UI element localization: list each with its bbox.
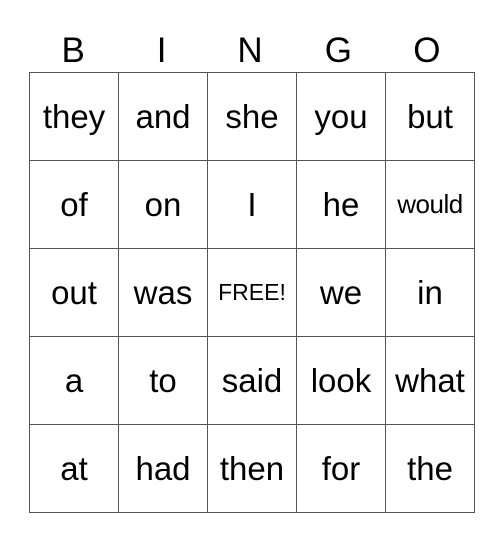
bingo-cell[interactable]: look	[296, 336, 386, 425]
header-letter-i: I	[156, 31, 167, 70]
header-letter-n: N	[237, 31, 263, 70]
grid-row: of on I he would	[29, 160, 475, 249]
bingo-header: B I N G O	[29, 30, 471, 72]
header-letter-b: B	[61, 31, 85, 70]
bingo-cell[interactable]: was	[118, 248, 208, 337]
bingo-cell[interactable]: what	[385, 336, 475, 425]
bingo-cell[interactable]: said	[207, 336, 297, 425]
grid-row: a to said look what	[29, 336, 475, 425]
bingo-cell[interactable]: then	[207, 424, 297, 513]
bingo-cell[interactable]: to	[118, 336, 208, 425]
free-space-cell[interactable]: FREE!	[207, 248, 297, 337]
grid-row: at had then for the	[29, 424, 475, 513]
bingo-cell[interactable]: the	[385, 424, 475, 513]
bingo-cell[interactable]: for	[296, 424, 386, 513]
bingo-cell[interactable]: they	[29, 72, 119, 161]
grid-row: they and she you but	[29, 72, 475, 161]
bingo-cell[interactable]: we	[296, 248, 386, 337]
bingo-cell[interactable]: on	[118, 160, 208, 249]
bingo-cell[interactable]: out	[29, 248, 119, 337]
header-letter-o: O	[413, 31, 441, 70]
bingo-cell[interactable]: of	[29, 160, 119, 249]
bingo-cell[interactable]: and	[118, 72, 208, 161]
bingo-cell[interactable]: you	[296, 72, 386, 161]
bingo-cell[interactable]: in	[385, 248, 475, 337]
bingo-cell[interactable]: I	[207, 160, 297, 249]
grid-row: out was FREE! we in	[29, 248, 475, 337]
bingo-cell[interactable]: she	[207, 72, 297, 161]
bingo-cell[interactable]: at	[29, 424, 119, 513]
bingo-cell[interactable]: had	[118, 424, 208, 513]
bingo-cell[interactable]: but	[385, 72, 475, 161]
bingo-card-grid: they and she you but of on I he would ou…	[29, 72, 475, 513]
bingo-cell[interactable]: he	[296, 160, 386, 249]
bingo-cell[interactable]: a	[29, 336, 119, 425]
header-letter-g: G	[324, 31, 353, 70]
bingo-cell[interactable]: would	[385, 160, 475, 249]
